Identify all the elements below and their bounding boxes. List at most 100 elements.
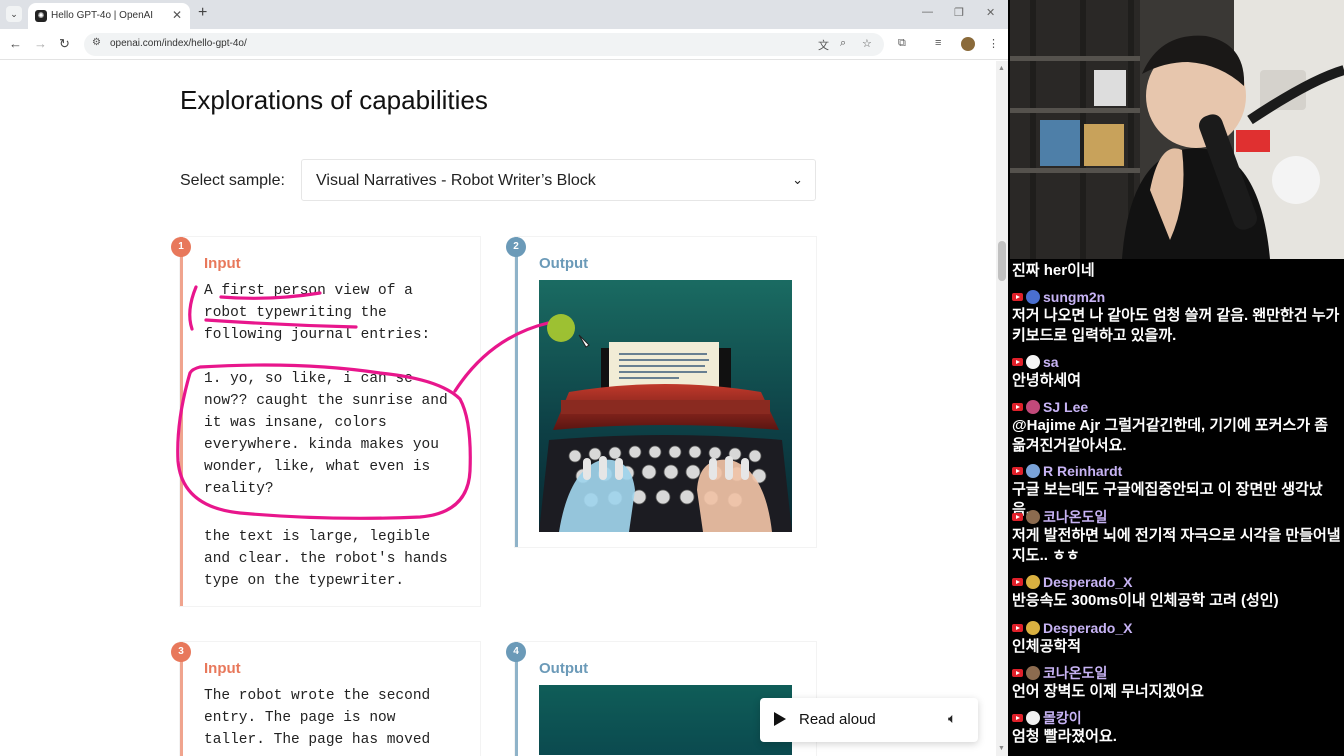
- chevron-down-icon: ⌄: [792, 172, 803, 187]
- address-bar[interactable]: ⚙ openai.com/index/hello-gpt-4o/ 文 ⌕ ☆: [84, 33, 884, 56]
- chat-username: 코나온도일: [1043, 509, 1108, 525]
- chat-username: sungm2n: [1043, 289, 1106, 305]
- volume-icon[interactable]: 🔈︎: [948, 710, 956, 727]
- youtube-icon: [1012, 669, 1023, 677]
- url-text[interactable]: openai.com/index/hello-gpt-4o/: [110, 38, 247, 49]
- chat-message: 코나온도일 언어 장벽도 이제 무너지겠어요: [1012, 664, 1342, 702]
- avatar: [1026, 355, 1040, 369]
- output-label: Output: [539, 255, 589, 272]
- page-heading: Explorations of capabilities: [180, 85, 488, 115]
- read-aloud-bar[interactable]: Read aloud 🔈︎: [760, 698, 978, 742]
- youtube-icon: [1012, 714, 1023, 722]
- chat-message: Desperado_X 인체공학적: [1012, 619, 1342, 657]
- input-label: Input: [204, 660, 241, 677]
- chat-username: sa: [1043, 354, 1059, 370]
- back-icon[interactable]: ←: [9, 36, 22, 51]
- avatar: [1026, 621, 1040, 635]
- step-badge: 2: [506, 237, 526, 257]
- chat-text: 엄청 빨라졌어요.: [1012, 728, 1117, 745]
- tab-close-icon[interactable]: ✕: [172, 8, 182, 22]
- chat-message: sungm2n 저거 나오면 나 같아도 엄청 쓸꺼 같음. 왠만한건 누가 키…: [1012, 288, 1342, 346]
- chat-text: 반응속도 300ms이내 인체공학 고려 (성인): [1012, 592, 1279, 609]
- restore-icon[interactable]: ❐: [954, 6, 964, 19]
- avatar: [1026, 510, 1040, 524]
- prompt-paragraph: A first person view of a robot typewriti…: [204, 283, 431, 343]
- avatar: [1026, 400, 1040, 414]
- read-aloud-label[interactable]: Read aloud: [799, 711, 876, 728]
- tab-title: Hello GPT-4o | OpenAI: [51, 10, 154, 21]
- menu-kebab-icon[interactable]: ⋮: [988, 37, 999, 50]
- chat-username: 코나온도일: [1043, 665, 1108, 681]
- scroll-down-icon[interactable]: ▼: [998, 745, 1005, 752]
- browser-window: ⌄ ✺ Hello GPT-4o | OpenAI ✕ + — ❐ ✕ ← → …: [0, 0, 1008, 756]
- youtube-icon: [1012, 578, 1023, 586]
- youtube-icon: [1012, 358, 1023, 366]
- chat-username: Desperado_X: [1043, 574, 1133, 590]
- step-badge: 1: [171, 237, 191, 257]
- youtube-icon: [1012, 293, 1023, 301]
- prompt-paragraph: 1. yo, so like, i can se now?? caught th…: [204, 371, 457, 497]
- output-card-2: 2 Output: [506, 237, 816, 547]
- chat-text: 언어 장벽도 이제 무너지겠어요: [1012, 683, 1204, 700]
- tab-search-icon[interactable]: ⌄: [6, 6, 22, 22]
- browser-toolbar: ← → ↻ ⚙ openai.com/index/hello-gpt-4o/ 文…: [0, 29, 1008, 60]
- chat-message: 몰캉이 엄청 빨라졌어요.: [1012, 709, 1342, 747]
- chat-username: R Reinhardt: [1043, 463, 1123, 479]
- step-badge: 4: [506, 642, 526, 662]
- chat-text: @Hajime Ajr 그럴거같긴한데, 기기에 포커스가 좀 옮겨진거같아서요…: [1012, 417, 1329, 454]
- chat-text: 저거 나오면 나 같아도 엄청 쓸꺼 같음. 왠만한건 누가 키보드로 입력하고…: [1012, 307, 1340, 344]
- output-label: Output: [539, 660, 589, 677]
- chat-text: 저게 발전하면 뇌에 전기적 자극으로 시각을 만들어낼지도.. ㅎㅎ: [1012, 527, 1341, 564]
- step-badge: 3: [171, 642, 191, 662]
- minimize-icon[interactable]: —: [922, 6, 933, 18]
- sample-select[interactable]: Visual Narratives - Robot Writer’s Block…: [301, 159, 816, 201]
- play-icon[interactable]: [774, 712, 786, 726]
- zoom-icon[interactable]: ⌕: [840, 37, 846, 50]
- chat-message: 진짜 her이네: [1012, 261, 1342, 281]
- chat-text: 인체공학적: [1012, 638, 1082, 655]
- avatar: [1026, 711, 1040, 725]
- chat-message: sa 안녕하세여: [1012, 353, 1342, 391]
- chat-text: 진짜 her이네: [1012, 262, 1095, 279]
- bookmark-star-icon[interactable]: ☆: [862, 37, 872, 50]
- input-card-1: 1 Input A first person view of a robot t…: [171, 237, 480, 606]
- robot-typewriter-image: [539, 280, 792, 532]
- chat-message: SJ Lee @Hajime Ajr 그럴거같긴한데, 기기에 포커스가 좀 옮…: [1012, 398, 1342, 456]
- prompt-paragraph: The robot wrote the second entry. The pa…: [204, 688, 439, 748]
- scroll-thumb[interactable]: [998, 241, 1006, 281]
- window-close-icon[interactable]: ✕: [986, 6, 995, 19]
- youtube-icon: [1012, 403, 1023, 411]
- streamer-webcam: [1010, 0, 1344, 259]
- output-image: [539, 685, 792, 755]
- avatar: [1026, 575, 1040, 589]
- active-tab[interactable]: ✺ Hello GPT-4o | OpenAI ✕: [28, 3, 190, 29]
- youtube-icon: [1012, 467, 1023, 475]
- site-info-icon[interactable]: ⚙: [92, 37, 101, 48]
- youtube-icon: [1012, 624, 1023, 632]
- chat-message: 코나온도일 저게 발전하면 뇌에 전기적 자극으로 시각을 만들어낼지도.. ㅎ…: [1012, 508, 1342, 566]
- scroll-up-icon[interactable]: ▲: [998, 65, 1005, 72]
- chat-username: 몰캉이: [1043, 710, 1082, 726]
- avatar: [1026, 290, 1040, 304]
- extensions-icon[interactable]: ⧉: [898, 37, 906, 50]
- tab-bar: ⌄ ✺ Hello GPT-4o | OpenAI ✕ + — ❐ ✕: [0, 0, 1008, 29]
- profile-avatar[interactable]: [961, 37, 975, 51]
- youtube-icon: [1012, 513, 1023, 521]
- avatar: [1026, 666, 1040, 680]
- translate-icon[interactable]: 文: [818, 37, 829, 53]
- input-card-3: 3 Input The robot wrote the second entry…: [171, 642, 480, 756]
- select-sample-label: Select sample:: [180, 172, 285, 189]
- reload-icon[interactable]: ↻: [59, 36, 70, 52]
- prompt-paragraph: the text is large, legible and clear. th…: [204, 529, 457, 589]
- chat-message: Desperado_X 반응속도 300ms이내 인체공학 고려 (성인): [1012, 573, 1342, 611]
- new-tab-icon[interactable]: +: [198, 4, 207, 22]
- chat-username: SJ Lee: [1043, 399, 1089, 415]
- page-viewport: Explorations of capabilities Select samp…: [0, 61, 996, 756]
- chat-username: Desperado_X: [1043, 620, 1133, 636]
- media-control-icon[interactable]: ≡: [935, 37, 941, 49]
- sample-select-value: Visual Narratives - Robot Writer’s Block: [316, 172, 596, 189]
- chat-text: 안녕하세여: [1012, 372, 1082, 389]
- page-scrollbar[interactable]: ▲ ▼: [996, 61, 1008, 756]
- live-chat: 진짜 her이네 sungm2n 저거 나오면 나 같아도 엄청 쓸꺼 같음. …: [1008, 259, 1344, 756]
- forward-icon[interactable]: →: [34, 36, 47, 51]
